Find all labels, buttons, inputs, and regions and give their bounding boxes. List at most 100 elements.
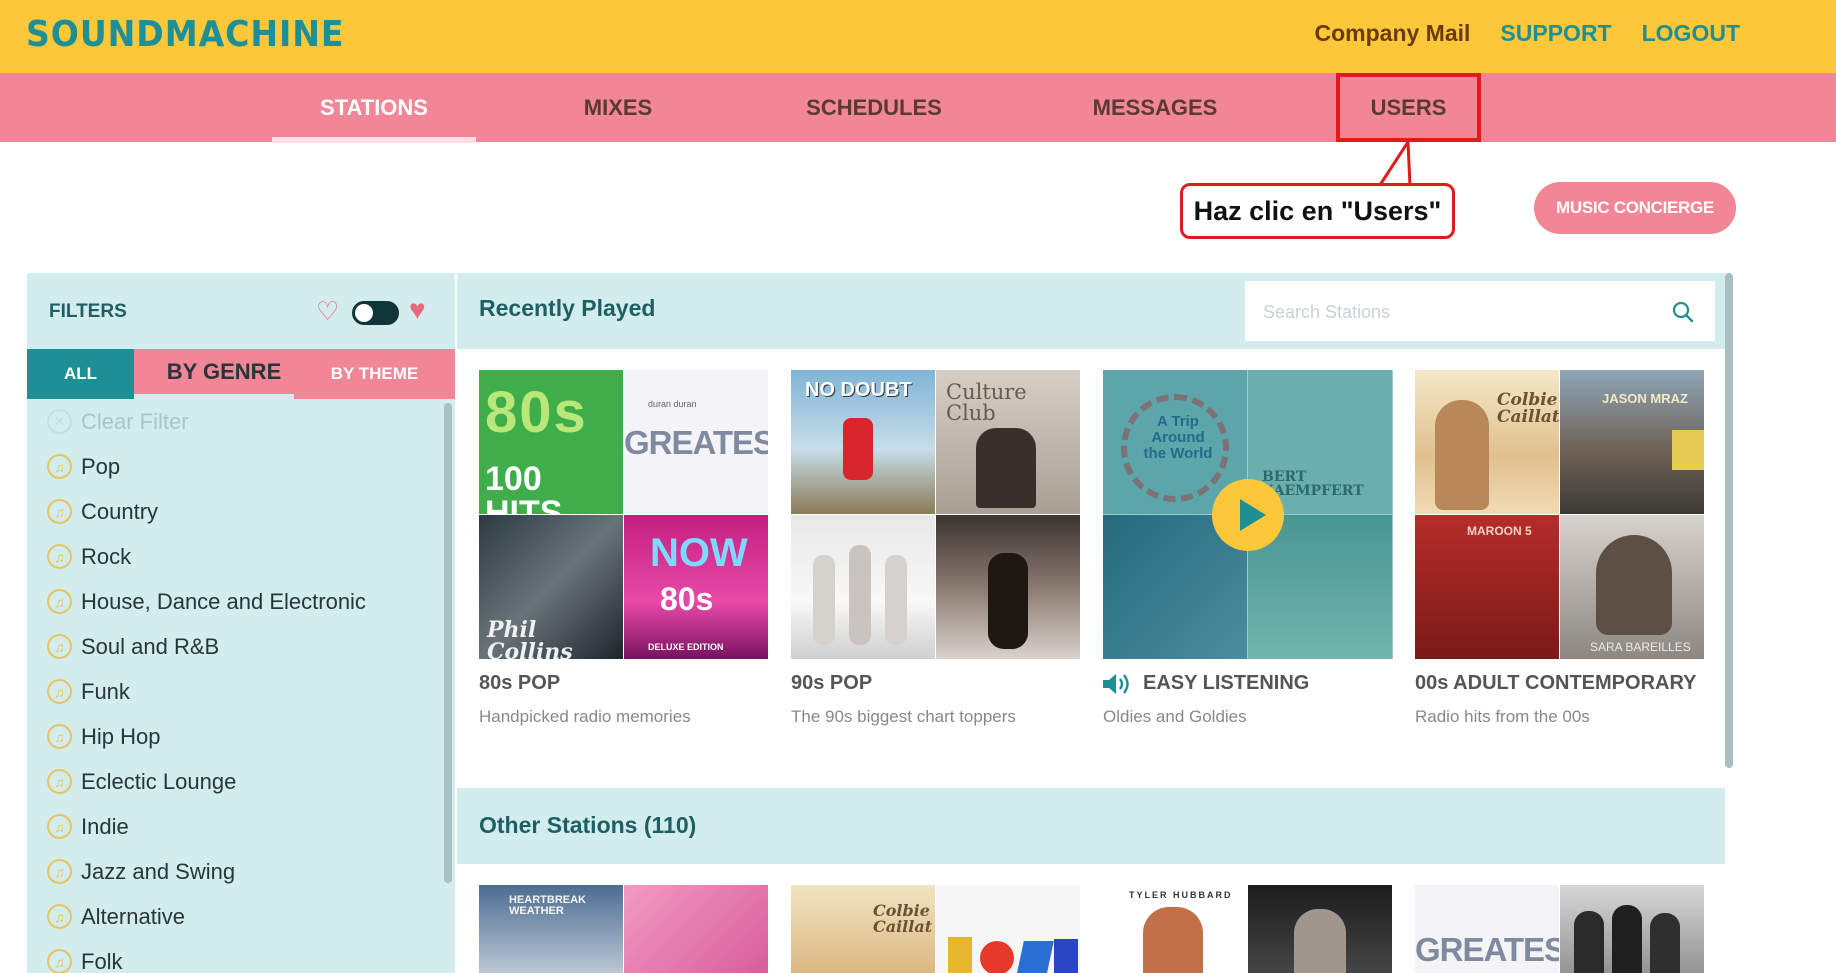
support-link[interactable]: SUPPORT <box>1500 20 1611 47</box>
nav-active-indicator <box>272 137 476 143</box>
album-cover: 80s 100 HITS <box>479 370 623 514</box>
music-note-icon: ♫ <box>47 634 72 659</box>
album-figure <box>1672 430 1704 470</box>
album-figure <box>980 941 1014 973</box>
nav-stations[interactable]: STATIONS <box>272 73 476 142</box>
heart-outline-icon[interactable]: ♡ <box>316 298 339 324</box>
album-figure <box>1650 913 1680 973</box>
album-cover: JASON MRAZ <box>1560 370 1704 514</box>
genre-item[interactable]: ♫ Country <box>27 489 441 534</box>
music-note-icon: ♫ <box>47 679 72 704</box>
album-text: JASON MRAZ <box>1602 391 1688 406</box>
search-box <box>1245 281 1715 341</box>
station-title[interactable]: 00s ADULT CONTEMPORARY <box>1415 672 1697 695</box>
play-button[interactable] <box>1212 479 1284 551</box>
station-artwork[interactable]: NO DOUBT Culture Club <box>791 370 1081 659</box>
music-note-icon: ♫ <box>47 589 72 614</box>
album-text: MAROON 5 <box>1467 524 1532 538</box>
genre-item[interactable]: ♫ Indie <box>27 804 441 849</box>
album-cover: TYLER HUBBARD <box>1103 885 1247 973</box>
search-input[interactable] <box>1263 299 1653 325</box>
filters-title: FILTERS <box>49 301 127 322</box>
genre-label: House, Dance and Electronic <box>81 588 366 614</box>
genre-label: Hip Hop <box>81 723 161 749</box>
station-card-easy-listening[interactable]: A Trip Around the World BERT KAEMPFERT E… <box>1103 370 1393 726</box>
nav-schedules[interactable]: SCHEDULES <box>790 73 958 142</box>
music-note-icon: ♫ <box>47 859 72 884</box>
album-figure <box>885 555 907 645</box>
clear-filter-label: Clear Filter <box>81 408 189 434</box>
album-text: 80s <box>485 380 588 445</box>
station-card-90s-pop[interactable]: NO DOUBT Culture Club 90s POP The 90s bi… <box>791 370 1081 726</box>
company-mail-link[interactable]: Company Mail <box>1315 20 1471 47</box>
genre-item[interactable]: ♫ Folk <box>27 939 441 973</box>
station-card[interactable]: Colbie Caillat <box>791 885 1081 973</box>
station-title[interactable]: EASY LISTENING <box>1103 672 1309 695</box>
album-figure <box>948 937 972 973</box>
genre-item[interactable]: ♫ Rock <box>27 534 441 579</box>
album-cover: HEARTBREAK WEATHER <box>479 885 623 973</box>
album-figure <box>1054 939 1078 973</box>
heart-filled-icon[interactable]: ♥ <box>409 296 426 324</box>
station-title-text: EASY LISTENING <box>1143 672 1310 694</box>
station-card[interactable]: TYLER HUBBARD <box>1103 885 1393 973</box>
album-text: HEARTBREAK WEATHER <box>509 894 586 917</box>
album-text: Colbie Caillat <box>873 901 933 936</box>
genre-item[interactable]: ♫ Hip Hop <box>27 714 441 759</box>
genre-item[interactable]: ♫ Eclectic Lounge <box>27 759 441 804</box>
clear-filter[interactable]: ✕ Clear Filter <box>27 399 441 444</box>
genre-item[interactable]: ♫ Jazz and Swing <box>27 849 441 894</box>
favorites-toggle[interactable] <box>352 301 399 325</box>
station-card[interactable]: GREATEST <box>1415 885 1705 973</box>
genre-item[interactable]: ♫ Soul and R&B <box>27 624 441 669</box>
album-cover <box>1560 885 1704 973</box>
nav-mixes[interactable]: MIXES <box>545 73 691 142</box>
tab-all[interactable]: ALL <box>27 349 134 399</box>
station-card[interactable]: HEARTBREAK WEATHER <box>479 885 769 973</box>
album-cover: MAROON 5 <box>1415 515 1559 659</box>
filters-panel: FILTERS ♡ ♥ ALL BY GENRE BY THEME ✕ Clea… <box>27 273 455 973</box>
album-cover: GREATEST <box>1415 885 1559 973</box>
album-figure <box>1016 941 1054 973</box>
music-note-icon: ♫ <box>47 904 72 929</box>
music-concierge-button[interactable]: MUSIC CONCIERGE <box>1534 182 1736 234</box>
station-artwork[interactable]: A Trip Around the World BERT KAEMPFERT <box>1103 370 1393 659</box>
music-note-icon: ♫ <box>47 949 72 973</box>
main-scrollbar[interactable] <box>1725 273 1733 768</box>
station-card-80s-pop[interactable]: 80s 100 HITS duran duran GREATEST Phil C… <box>479 370 769 726</box>
genre-item[interactable]: ♫ House, Dance and Electronic <box>27 579 441 624</box>
genre-label: Country <box>81 498 159 524</box>
album-text: GREATEST <box>1415 931 1559 968</box>
album-text: Phil Collins <box>487 617 573 659</box>
album-text: duran duran <box>648 399 697 409</box>
album-cover: Phil Collins <box>479 515 623 659</box>
album-cover: NOW 80s DELUXE EDITION <box>624 515 768 659</box>
tab-by-genre[interactable]: BY GENRE <box>134 349 294 394</box>
music-note-icon: ♫ <box>47 769 72 794</box>
search-icon[interactable] <box>1671 300 1695 324</box>
genre-item[interactable]: ♫ Alternative <box>27 894 441 939</box>
music-note-icon: ♫ <box>47 814 72 839</box>
toggle-knob <box>355 304 373 322</box>
station-card-00s-adult-contemporary[interactable]: Colbie Caillat JASON MRAZ MAROON 5 SARA … <box>1415 370 1705 726</box>
album-cover <box>624 885 768 973</box>
music-note-icon: ♫ <box>47 724 72 749</box>
station-title[interactable]: 80s POP <box>479 672 560 695</box>
station-subtitle: The 90s biggest chart toppers <box>791 707 1016 726</box>
nav-messages[interactable]: MESSAGES <box>1075 73 1235 142</box>
annotation-callout: Haz clic en "Users" <box>1180 183 1455 239</box>
genre-item[interactable]: ♫ Pop <box>27 444 441 489</box>
genre-item[interactable]: ♫ Funk <box>27 669 441 714</box>
album-cover: Colbie Caillat <box>791 885 935 973</box>
tab-by-theme[interactable]: BY THEME <box>294 349 455 399</box>
genre-label: Folk <box>81 948 123 973</box>
album-text: Colbie Caillat <box>1497 390 1559 427</box>
filters-scrollbar[interactable] <box>444 403 452 883</box>
station-title[interactable]: 90s POP <box>791 672 872 695</box>
album-text: TYLER HUBBARD <box>1129 890 1233 900</box>
logout-link[interactable]: LOGOUT <box>1642 20 1740 47</box>
soundmachine-logo[interactable]: SOUNDMACHINE <box>26 14 344 55</box>
station-artwork[interactable]: 80s 100 HITS duran duran GREATEST Phil C… <box>479 370 769 659</box>
station-artwork[interactable]: Colbie Caillat JASON MRAZ MAROON 5 SARA … <box>1415 370 1705 659</box>
genre-label: Alternative <box>81 903 185 929</box>
